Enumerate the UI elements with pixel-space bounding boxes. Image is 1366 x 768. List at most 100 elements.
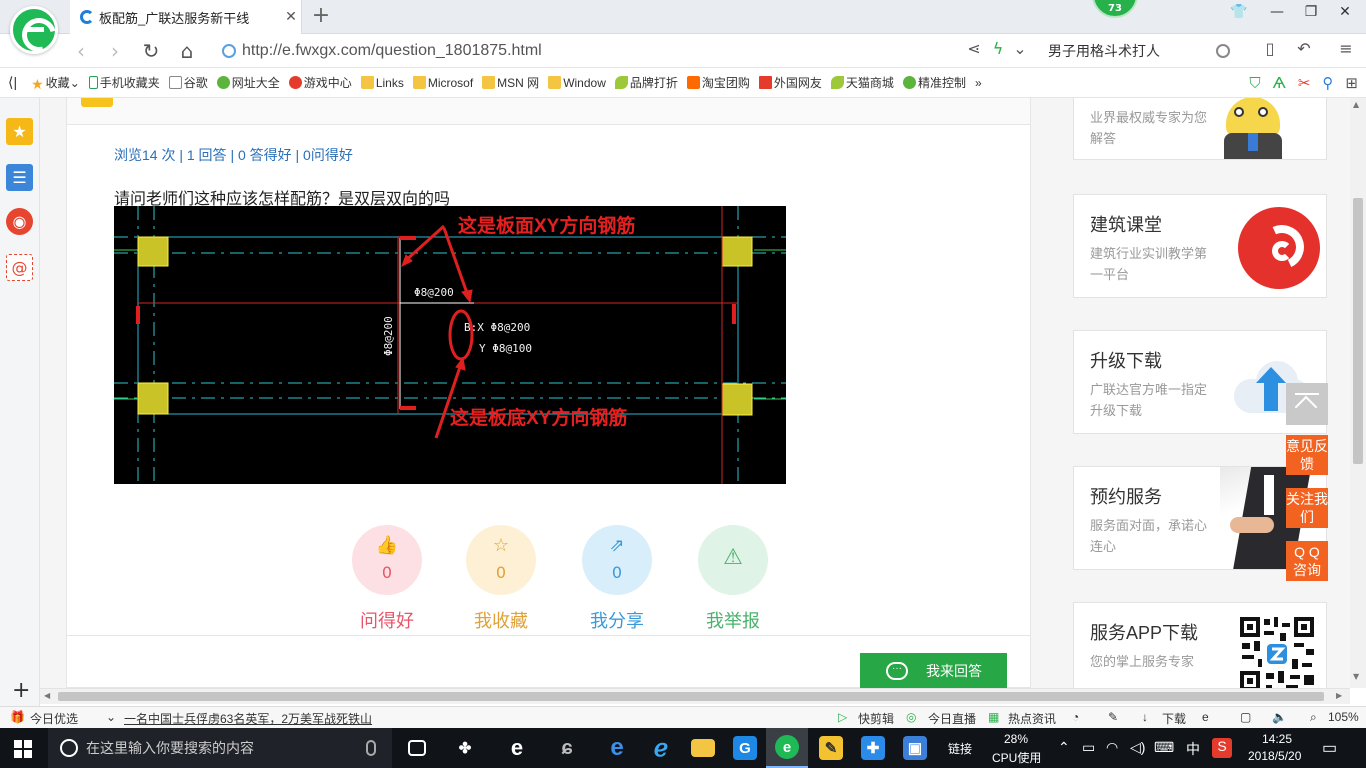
app-download-card[interactable]: 服务APP下载 您的掌上服务专家 bbox=[1073, 602, 1327, 688]
hot-news-link[interactable]: 热点资讯 bbox=[1008, 710, 1056, 727]
close-tab-icon[interactable]: ✕ bbox=[281, 9, 301, 25]
translate-icon[interactable]: Ѧ bbox=[1273, 74, 1286, 92]
favbar-collapse-icon[interactable]: ⟨| bbox=[8, 74, 17, 91]
scroll-left-icon[interactable]: ◀ bbox=[44, 691, 50, 700]
follow-us-button[interactable]: 关注我们 bbox=[1286, 488, 1328, 528]
edge-icon[interactable]: e bbox=[596, 728, 638, 768]
pin-icon[interactable]: ✎ bbox=[1108, 710, 1118, 724]
scroll-down-icon[interactable]: ▼ bbox=[1353, 672, 1359, 681]
volume-icon[interactable]: 🔈 bbox=[1272, 710, 1287, 724]
scissors-icon[interactable]: ✂ bbox=[1298, 74, 1311, 92]
back-icon[interactable]: ‹ bbox=[68, 39, 94, 63]
favorites-star-icon[interactable]: ★ bbox=[6, 118, 33, 145]
refresh-icon[interactable]: ↻ bbox=[138, 39, 164, 63]
course-card[interactable]: 建筑课堂 建筑行业实训教学第一平台 bbox=[1073, 194, 1327, 298]
answer-button[interactable]: ··· 我来回答 bbox=[860, 653, 1007, 688]
fan-app-icon[interactable]: ✤ bbox=[444, 728, 486, 768]
back-to-top-button[interactable] bbox=[1286, 383, 1328, 425]
browser-e-icon[interactable]: e bbox=[496, 728, 538, 768]
fav-item[interactable]: 外国网友 bbox=[758, 74, 822, 91]
home-icon[interactable]: ⌂ bbox=[174, 39, 200, 63]
microphone-icon[interactable] bbox=[366, 740, 376, 756]
quick-edit-link[interactable]: 快剪辑 bbox=[858, 710, 894, 727]
fav-item[interactable]: 手机收藏夹 bbox=[88, 74, 160, 91]
expert-card[interactable]: 业界最权威专家为您解答 bbox=[1073, 98, 1327, 160]
tray-expand-icon[interactable]: ⌃ bbox=[1058, 739, 1070, 756]
ime-indicator[interactable]: 中 bbox=[1186, 739, 1200, 759]
lightning-icon[interactable]: ϟ bbox=[986, 39, 1010, 58]
fav-item[interactable]: ★ 收藏 ⌄ bbox=[31, 74, 80, 93]
fav-item[interactable]: Microsof bbox=[412, 76, 473, 90]
fav-item[interactable]: Links bbox=[360, 76, 404, 90]
shield-icon[interactable]: ⛉ bbox=[1249, 74, 1260, 92]
briefcase-icon[interactable]: ▣ bbox=[894, 728, 936, 768]
fav-item[interactable]: 精准控制 bbox=[902, 74, 966, 91]
wifi-icon[interactable]: ◠ bbox=[1106, 739, 1118, 756]
ie-icon[interactable]: ℯ bbox=[640, 728, 682, 768]
fav-item[interactable]: 谷歌 bbox=[168, 74, 208, 91]
qq-consult-button[interactable]: Q Q 咨询 bbox=[1286, 541, 1328, 581]
spiral-app-icon[interactable]: ɕ bbox=[546, 728, 588, 768]
search-icon[interactable] bbox=[1216, 44, 1230, 58]
keyboard-icon[interactable]: ⌨ bbox=[1154, 739, 1174, 756]
scroll-right-icon[interactable]: ▶ bbox=[1336, 691, 1342, 700]
weibo-icon[interactable]: ◉ bbox=[6, 208, 33, 235]
mail-icon[interactable]: @ bbox=[6, 254, 33, 281]
plus-app-icon[interactable]: ✚ bbox=[852, 728, 894, 768]
start-button-icon[interactable] bbox=[14, 740, 32, 758]
scroll-up-icon[interactable]: ▲ bbox=[1353, 100, 1359, 109]
undo-icon[interactable]: ↶ bbox=[1292, 39, 1316, 58]
reader-icon[interactable]: ☰ bbox=[6, 164, 33, 191]
search-input[interactable]: 男子用格斗术打人 bbox=[1040, 38, 1240, 64]
fav-item[interactable]: 淘宝团购 bbox=[686, 74, 750, 91]
collect-button[interactable]: ☆ 0 我收藏 bbox=[451, 525, 551, 633]
grid-icon[interactable]: ⊞ bbox=[1345, 74, 1358, 92]
report-button[interactable]: ⚠ 我举报 bbox=[683, 525, 783, 633]
g-app-icon[interactable]: G bbox=[724, 728, 766, 768]
more-favorites-icon[interactable]: » bbox=[975, 76, 982, 90]
fav-item[interactable]: MSN 网 bbox=[482, 74, 539, 91]
browser-logo-icon[interactable] bbox=[10, 6, 58, 54]
share-button[interactable]: ⇗ 0 我分享 bbox=[567, 525, 667, 633]
notes-icon[interactable]: ✎ bbox=[810, 728, 852, 768]
download-link[interactable]: 下载 bbox=[1162, 710, 1186, 727]
new-tab-button[interactable]: + bbox=[308, 3, 334, 28]
feedback-button[interactable]: 意见反馈 bbox=[1286, 435, 1328, 475]
shirt-icon[interactable]: 👕 bbox=[1228, 4, 1250, 20]
fav-item[interactable]: 品牌打折 bbox=[614, 74, 678, 91]
sogou-ime-icon[interactable]: S bbox=[1212, 738, 1232, 758]
live-link[interactable]: 今日直播 bbox=[928, 710, 976, 727]
vertical-scrollbar[interactable]: ▲ ▼ bbox=[1350, 98, 1366, 688]
scroll-thumb[interactable] bbox=[1353, 198, 1363, 464]
horizontal-scrollbar[interactable]: ◀ ▶ bbox=[40, 688, 1350, 704]
forward-icon[interactable]: › bbox=[102, 39, 128, 63]
fav-item[interactable]: Window bbox=[548, 76, 606, 90]
close-window-button[interactable]: ✕ bbox=[1334, 4, 1356, 20]
menu-icon[interactable]: ≡ bbox=[1334, 39, 1358, 58]
volume-tray-icon[interactable]: ◁) bbox=[1130, 739, 1145, 756]
task-view-icon[interactable] bbox=[396, 728, 438, 768]
battery-icon[interactable]: ▭ bbox=[1082, 739, 1095, 756]
cad-drawing-image[interactable]: Φ8@200 B:X Φ8@200 Y Φ8@100 Φ8@200 这是板面XY… bbox=[114, 206, 786, 484]
mobile-icon[interactable]: ▯ bbox=[1258, 39, 1282, 58]
fav-item[interactable]: 网址大全 bbox=[216, 74, 280, 91]
dropdown-chevron-icon[interactable]: ⌄ bbox=[1008, 39, 1032, 58]
fav-item[interactable]: 天猫商城 bbox=[830, 74, 894, 91]
vote-good-button[interactable]: 👍 0 问得好 bbox=[337, 525, 437, 633]
links-toolbar[interactable]: 链接 bbox=[948, 740, 972, 757]
minimize-button[interactable]: — bbox=[1266, 4, 1288, 20]
clock-date[interactable]: 2018/5/20 bbox=[1248, 749, 1301, 763]
today-picks[interactable]: 今日优选 bbox=[30, 710, 78, 727]
url-field[interactable]: http://e.fwxgx.com/question_1801875.html bbox=[222, 38, 1028, 64]
zoom-level[interactable]: 105% bbox=[1328, 710, 1359, 724]
add-sidebar-icon[interactable]: + bbox=[12, 678, 30, 703]
magnifier-icon[interactable]: ⚲ bbox=[1322, 74, 1333, 92]
notification-badge[interactable]: 73 bbox=[1092, 0, 1138, 18]
ie-mode-icon[interactable]: e bbox=[1202, 710, 1209, 724]
window-icon[interactable]: ▢ bbox=[1240, 710, 1251, 724]
maximize-button[interactable]: ❐ bbox=[1300, 4, 1322, 20]
file-explorer-icon[interactable] bbox=[682, 728, 724, 768]
hscroll-thumb[interactable] bbox=[58, 692, 1324, 701]
fav-item[interactable]: 游戏中心 bbox=[288, 74, 352, 91]
chevron-down-icon[interactable]: ⌄ bbox=[106, 710, 116, 724]
